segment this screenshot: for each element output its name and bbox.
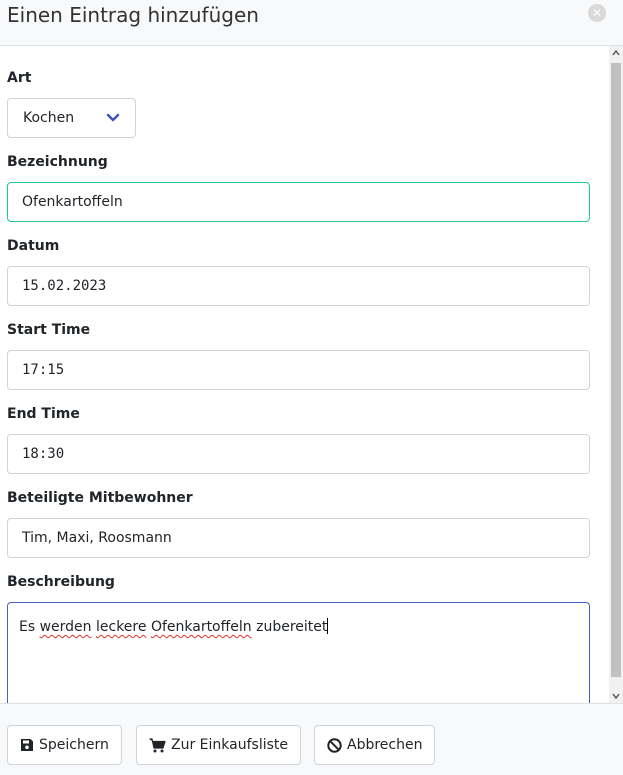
word-ofenkartoffeln: Ofenkartoffeln [150,619,252,635]
scrollbar[interactable] [609,46,623,703]
start-time-label: Start Time [7,322,91,338]
mitbewohner-label: Beteiligte Mitbewohner [7,490,193,506]
mitbewohner-input[interactable]: Tim, Maxi, Roosmann [7,518,590,558]
shopping-cart-icon [149,737,166,752]
art-label: Art [7,70,32,86]
start-time-input[interactable]: 17:15 [7,350,590,390]
scroll-thumb[interactable] [611,63,621,677]
shopping-list-label: Zur Einkaufsliste [171,737,288,753]
bezeichnung-label: Bezeichnung [7,154,108,170]
scroll-up-arrow-icon[interactable] [609,46,623,60]
text-caret [327,618,329,634]
dialog-title: Einen Eintrag hinzufügen [7,3,259,27]
word-leckere: leckere [96,619,147,635]
datum-label: Datum [7,238,60,254]
bezeichnung-input[interactable]: Ofenkartoffeln [7,182,590,222]
scroll-down-arrow-icon[interactable] [609,689,623,703]
beschreibung-textarea[interactable]: Es werden leckere Ofenkartoffeln zuberei… [7,602,590,703]
cancel-button[interactable]: Abbrechen [314,725,436,765]
end-time-label: End Time [7,406,80,422]
art-select[interactable]: Kochen [7,98,136,138]
dialog-header: Einen Eintrag hinzufügen ✕ [0,0,623,46]
datum-input[interactable]: 15.02.2023 [7,266,590,306]
dialog-body: Art Kochen Bezeichnung Ofenkartoffeln Da… [0,46,623,703]
chevron-down-icon [105,99,121,137]
cancel-label: Abbrechen [347,737,423,753]
beschreibung-label: Beschreibung [7,574,115,590]
word-zubereitet: zubereitet [256,619,328,635]
word-werden: werden [39,619,92,635]
floppy-disk-icon [21,739,33,751]
word-es: Es [19,619,36,635]
art-selected-value: Kochen [23,110,75,126]
save-button[interactable]: Speichern [7,725,122,765]
close-icon: ✕ [591,6,603,20]
shopping-list-button[interactable]: Zur Einkaufsliste [136,725,301,765]
ban-icon [327,737,342,753]
save-label: Speichern [39,737,109,753]
close-button[interactable]: ✕ [588,4,606,22]
end-time-input[interactable]: 18:30 [7,434,590,474]
dialog-footer: Speichern Zur Einkaufsliste Abbrechen [0,703,623,775]
